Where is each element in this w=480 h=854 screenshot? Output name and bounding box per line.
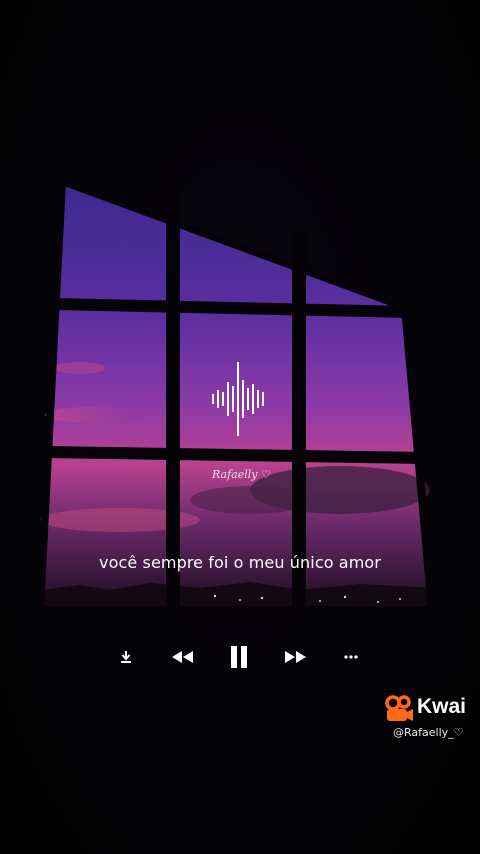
rewind-button[interactable] xyxy=(170,641,196,673)
kwai-brand-name: Kwai xyxy=(417,695,467,718)
pause-icon xyxy=(231,646,247,668)
lyric-caption: você sempre foi o meu único amor xyxy=(99,553,381,572)
kwai-watermark: Kwai @Rafaelly_♡ xyxy=(385,694,475,744)
signature-text: Rafaelly ♡ xyxy=(212,468,271,481)
fast-forward-icon xyxy=(285,651,306,663)
audio-waveform-icon xyxy=(212,362,264,436)
fast-forward-button[interactable] xyxy=(282,641,308,673)
more-options-button[interactable] xyxy=(340,641,362,673)
pause-button[interactable] xyxy=(226,641,252,673)
rewind-icon xyxy=(172,651,193,663)
download-icon xyxy=(121,651,131,663)
creator-handle: @Rafaelly_♡ xyxy=(393,726,464,739)
download-button[interactable] xyxy=(116,641,136,673)
player-controls xyxy=(110,641,370,673)
kwai-logo-icon xyxy=(385,695,413,721)
more-options-icon xyxy=(344,655,358,659)
